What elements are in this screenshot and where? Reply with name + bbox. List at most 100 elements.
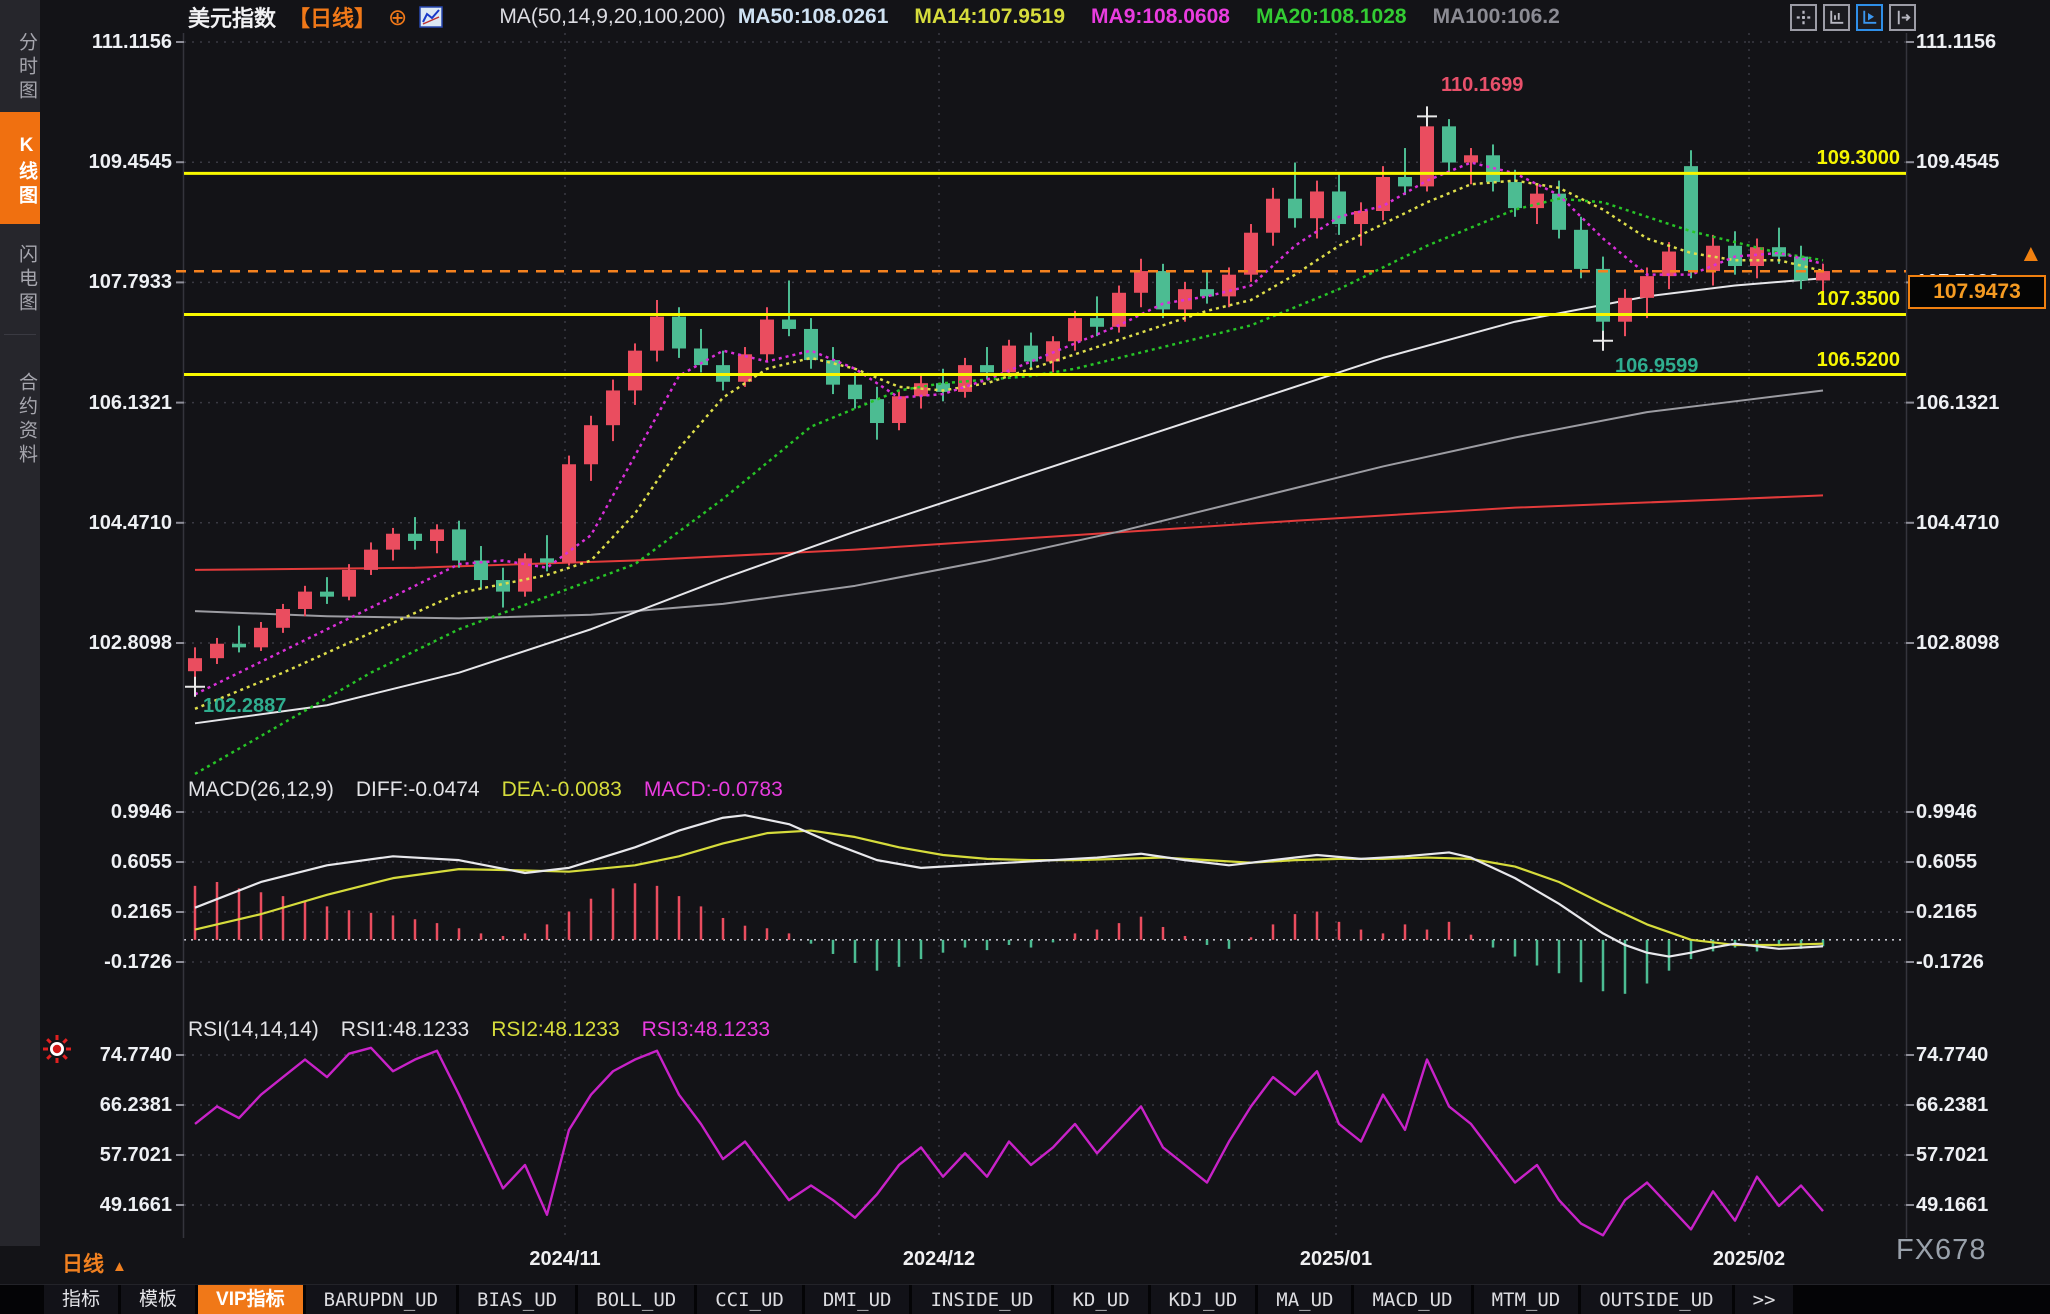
rsi-pane xyxy=(195,1048,1823,1235)
indicator-tab[interactable]: BARUPDN_UD xyxy=(306,1285,456,1314)
sidebar-item-time-chart[interactable]: 分时图 xyxy=(0,14,40,116)
rsi-axis-label-right: 74.7740 xyxy=(1916,1043,2046,1067)
period-selector[interactable]: 日线 ▲ xyxy=(62,1248,127,1278)
pan-right-button[interactable] xyxy=(1889,4,1916,31)
indicator-tab[interactable]: MTM_UD xyxy=(1474,1285,1579,1314)
price-up-arrow-icon: ▲ xyxy=(2019,240,2043,268)
ma-value: MA9:108.0608 xyxy=(1091,5,1230,29)
macd-axis-label: 0.2165 xyxy=(60,900,172,924)
macd-title: MACD(26,12,9) xyxy=(188,778,334,802)
sidebar-item-candle-chart[interactable]: K线图 xyxy=(0,112,40,224)
ma-value: MA14:107.9519 xyxy=(914,5,1065,29)
macd-pane xyxy=(194,815,1825,994)
indicator-tab[interactable]: 指标 xyxy=(44,1285,118,1314)
macd-axis-label-right: 0.9946 xyxy=(1916,800,2046,824)
rsi-axis-label: 66.2381 xyxy=(60,1093,172,1117)
x-axis-date-label: 2024/11 xyxy=(495,1248,635,1271)
rsi-pane-header: RSI(14,14,14) RSI1:48.1233 RSI2:48.1233 … xyxy=(188,1018,770,1042)
macd-axis-label: 0.9946 xyxy=(60,800,172,824)
price-axis-label-right: 109.4545 xyxy=(1916,150,2046,174)
move-tool-button[interactable] xyxy=(1790,4,1817,31)
macd-pane-header: MACD(26,12,9) DIFF:-0.0474 DEA:-0.0083 M… xyxy=(188,778,783,802)
chart-type-icon[interactable] xyxy=(419,6,443,28)
macd-axis-label: 0.6055 xyxy=(60,850,172,874)
indicator-tab[interactable]: 模板 xyxy=(121,1285,195,1314)
candlestick-layer xyxy=(188,110,1830,680)
ma-values: MA50:108.0261MA14:107.9519MA9:108.0608MA… xyxy=(738,5,1586,29)
indicator-tab[interactable]: KDJ_UD xyxy=(1151,1285,1256,1314)
indicator-tab[interactable]: OUTSIDE_UD xyxy=(1581,1285,1731,1314)
x-axis-date-label: 2024/12 xyxy=(869,1248,1009,1271)
price-axis-label-right: 106.1321 xyxy=(1916,391,2046,415)
macd-axis-label: -0.1726 xyxy=(60,950,172,974)
x-axis-date-label: 2025/02 xyxy=(1679,1248,1819,1271)
macd-diff-value: DIFF:-0.0474 xyxy=(356,778,480,802)
rsi-axis-label: 57.7021 xyxy=(60,1143,172,1167)
last-price-box: 107.9473 xyxy=(1908,275,2046,309)
rsi-axis-label: 74.7740 xyxy=(60,1043,172,1067)
rsi-title: RSI(14,14,14) xyxy=(188,1018,319,1042)
macd-dea-value: DEA:-0.0083 xyxy=(502,778,622,802)
price-axis-label-left: 104.4710 xyxy=(60,511,172,535)
axis-scale-button[interactable] xyxy=(1823,4,1850,31)
start-low-label: 102.2887 xyxy=(203,695,286,718)
hline-price-label: 107.3500 xyxy=(1730,286,1900,312)
price-axis-label-left: 106.1321 xyxy=(60,391,172,415)
ma-value: MA20:108.1028 xyxy=(1256,5,1407,29)
sidebar-item-contract-info[interactable]: 合约资料 xyxy=(0,346,40,488)
price-axis-label-right: 104.4710 xyxy=(1916,511,2046,535)
gridlines xyxy=(176,33,1914,1238)
indicator-tab-bar: 指标模板VIP指标BARUPDN_UDBIAS_UDBOLL_UDCCI_UDD… xyxy=(0,1284,2050,1314)
x-axis-date-label: 2025/01 xyxy=(1266,1248,1406,1271)
period-selector-label: 日线 xyxy=(62,1253,104,1276)
price-axis-label-left: 109.4545 xyxy=(60,150,172,174)
indicator-tab[interactable]: INSIDE_UD xyxy=(912,1285,1051,1314)
swing-low-label: 106.9599 xyxy=(1615,355,1698,378)
indicator-tab[interactable]: >> xyxy=(1735,1285,1794,1314)
price-axis-label-left: 107.7933 xyxy=(60,270,172,294)
indicator-tab[interactable]: VIP指标 xyxy=(198,1285,303,1314)
swing-high-label: 110.1699 xyxy=(1441,74,1523,97)
rsi-axis-label-right: 66.2381 xyxy=(1916,1093,2046,1117)
price-pane xyxy=(184,110,1906,774)
extreme-cross-marker xyxy=(185,677,205,697)
rsi2-value: RSI2:48.1233 xyxy=(491,1018,619,1042)
indicator-tab[interactable]: MA_UD xyxy=(1258,1285,1351,1314)
macd-axis-label-right: 0.6055 xyxy=(1916,850,2046,874)
macd-axis-label-right: 0.2165 xyxy=(1916,900,2046,924)
indicator-tab[interactable]: MACD_UD xyxy=(1354,1285,1470,1314)
sidebar-item-lightning-chart[interactable]: 闪电图 xyxy=(0,226,40,328)
extreme-cross-marker xyxy=(1593,331,1613,351)
price-axis-label-right: 111.1156 xyxy=(1916,30,2046,54)
indicator-tab[interactable]: BIAS_UD xyxy=(459,1285,575,1314)
sidebar: 分时图 K线图 闪电图 合约资料 xyxy=(0,0,40,1246)
hline-price-label: 106.5200 xyxy=(1730,347,1900,373)
symbol-name: 美元指数 xyxy=(188,1,276,33)
hline-price-label: 109.3000 xyxy=(1730,145,1900,171)
rsi-axis-label: 49.1661 xyxy=(60,1193,172,1217)
price-axis-label-right: 102.8098 xyxy=(1916,631,2046,655)
sidebar-divider xyxy=(4,334,36,335)
period-up-triangle-icon: ▲ xyxy=(112,1258,127,1275)
price-axis-label-left: 111.1156 xyxy=(60,30,172,54)
rsi1-value: RSI1:48.1233 xyxy=(341,1018,469,1042)
indicator-tab[interactable]: BOLL_UD xyxy=(578,1285,694,1314)
ma-value: MA100:106.2 xyxy=(1433,5,1560,29)
indicator-tab[interactable]: DMI_UD xyxy=(805,1285,910,1314)
auto-scroll-button[interactable] xyxy=(1856,4,1883,31)
macd-axis-label-right: -0.1726 xyxy=(1916,950,2046,974)
indicator-tab[interactable]: CCI_UD xyxy=(697,1285,802,1314)
rsi-axis-label-right: 57.7021 xyxy=(1916,1143,2046,1167)
indicator-tab[interactable]: KD_UD xyxy=(1054,1285,1147,1314)
crosshair-target-icon[interactable]: ⊕ xyxy=(388,6,407,29)
price-axis-label-left: 102.8098 xyxy=(60,631,172,655)
chart-toolbar xyxy=(1790,4,1916,31)
alert-dot-icon[interactable] xyxy=(42,1034,72,1069)
macd-macd-value: MACD:-0.0783 xyxy=(644,778,783,802)
chart-header: 美元指数 【日线】 ⊕ MA(50,14,9,20,100,200) MA50:… xyxy=(188,0,1586,34)
chart-canvas xyxy=(0,0,2050,1314)
last-price-value: 107.9473 xyxy=(1933,280,2021,304)
rsi-axis-label-right: 49.1661 xyxy=(1916,1193,2046,1217)
rsi3-value: RSI3:48.1233 xyxy=(642,1018,770,1042)
extreme-cross-marker xyxy=(1417,106,1437,126)
